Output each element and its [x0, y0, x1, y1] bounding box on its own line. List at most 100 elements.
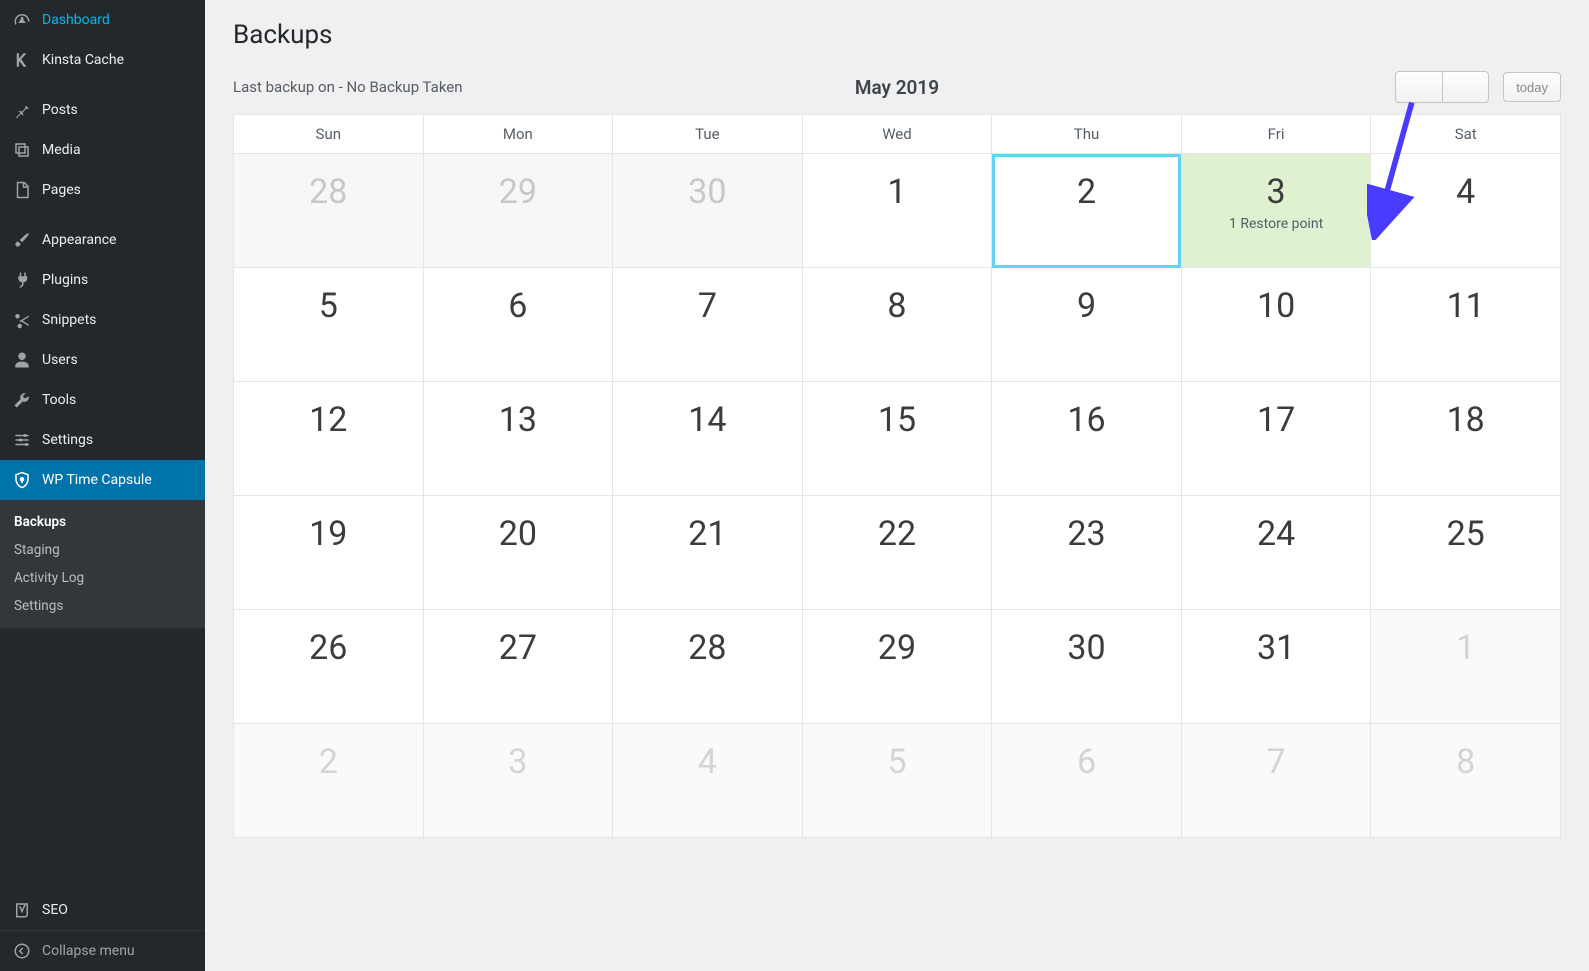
calendar-day-cell[interactable]: 22 [802, 496, 992, 610]
calendar-day-cell[interactable]: 19 [234, 496, 424, 610]
calendar-day-number: 3 [1182, 154, 1371, 212]
sidebar-item-label: Posts [42, 102, 78, 118]
sidebar-subitem-activity[interactable]: Activity Log [0, 564, 205, 592]
calendar-day-cell[interactable]: 5 [234, 268, 424, 382]
sidebar-item-seo[interactable]: SEO [0, 890, 205, 930]
sidebar-item-wptc[interactable]: WP Time Capsule [0, 460, 205, 500]
calendar-day-cell[interactable]: 1 [802, 154, 992, 268]
calendar-day-cell[interactable]: 4 [613, 724, 803, 838]
sidebar-item-pages[interactable]: Pages [0, 170, 205, 210]
calendar-day-cell[interactable]: 1 [1371, 610, 1561, 724]
calendar-day-header: Sun [234, 115, 424, 154]
sidebar-item-label: SEO [42, 902, 68, 918]
today-button[interactable]: today [1503, 72, 1561, 102]
sidebar-item-users[interactable]: Users [0, 340, 205, 380]
main-content: Backups Last backup on - No Backup Taken… [205, 0, 1589, 971]
sidebar-item-plugins[interactable]: Plugins [0, 260, 205, 300]
calendar-day-number: 9 [992, 268, 1181, 326]
sidebar-subitem-backups[interactable]: Backups [0, 508, 205, 536]
calendar-day-cell[interactable]: 9 [992, 268, 1182, 382]
calendar-day-cell[interactable]: 11 [1371, 268, 1561, 382]
calendar-day-cell[interactable]: 18 [1371, 382, 1561, 496]
calendar-day-cell[interactable]: 8 [1371, 724, 1561, 838]
calendar-day-cell[interactable]: 2 [234, 724, 424, 838]
calendar-day-header: Thu [992, 115, 1182, 154]
wrench-icon [12, 390, 32, 410]
calendar-day-cell[interactable]: 10 [1181, 268, 1371, 382]
calendar-day-number: 5 [234, 268, 423, 326]
calendar-day-number: 19 [234, 496, 423, 554]
sidebar-item-tools[interactable]: Tools [0, 380, 205, 420]
calendar-day-cell[interactable]: 15 [802, 382, 992, 496]
calendar-day-cell[interactable]: 29 [802, 610, 992, 724]
calendar-day-cell[interactable]: 16 [992, 382, 1182, 496]
calendar-day-cell[interactable]: 2 [992, 154, 1182, 268]
calendar-day-cell[interactable]: 12 [234, 382, 424, 496]
sidebar-subitem-wptc-settings[interactable]: Settings [0, 592, 205, 620]
calendar-day-number: 28 [613, 610, 802, 668]
calendar-day-cell[interactable]: 29 [423, 154, 613, 268]
calendar-day-number: 10 [1182, 268, 1371, 326]
sidebar-item-collapse[interactable]: Collapse menu [0, 931, 205, 971]
shield-icon [12, 470, 32, 490]
calendar-day-cell[interactable]: 27 [423, 610, 613, 724]
last-backup-label: Last backup on - [233, 78, 346, 96]
calendar-day-cell[interactable]: 8 [802, 268, 992, 382]
sidebar-item-dashboard[interactable]: Dashboard [0, 0, 205, 40]
calendar-day-number: 28 [234, 154, 423, 212]
calendar-day-cell[interactable]: 4 [1371, 154, 1561, 268]
calendar-day-header: Mon [423, 115, 613, 154]
calendar-day-cell[interactable]: 13 [423, 382, 613, 496]
next-month-button[interactable] [1442, 72, 1488, 102]
calendar-day-cell[interactable]: 30 [613, 154, 803, 268]
calendar-nav-group [1395, 71, 1489, 103]
sidebar-item-kinsta[interactable]: Kinsta Cache [0, 40, 205, 80]
calendar-day-number: 26 [234, 610, 423, 668]
calendar-day-cell[interactable]: 7 [1181, 724, 1371, 838]
calendar-day-cell[interactable]: 23 [992, 496, 1182, 610]
backup-calendar: SunMonTueWedThuFriSat 2829301231 Restore… [233, 114, 1561, 838]
calendar-day-number: 15 [803, 382, 992, 440]
calendar-day-cell[interactable]: 17 [1181, 382, 1371, 496]
calendar-day-number: 20 [424, 496, 613, 554]
calendar-day-number: 1 [1371, 610, 1560, 668]
sidebar-item-label: Media [42, 142, 81, 158]
user-icon [12, 350, 32, 370]
calendar-day-cell[interactable]: 3 [423, 724, 613, 838]
sidebar-item-appearance[interactable]: Appearance [0, 220, 205, 260]
sidebar-item-posts[interactable]: Posts [0, 90, 205, 130]
collapse-icon [12, 941, 32, 961]
calendar-day-cell[interactable]: 5 [802, 724, 992, 838]
calendar-day-cell[interactable]: 14 [613, 382, 803, 496]
calendar-day-cell[interactable]: 30 [992, 610, 1182, 724]
scissors-icon [12, 310, 32, 330]
calendar-day-cell[interactable]: 21 [613, 496, 803, 610]
pin-icon [12, 100, 32, 120]
calendar-day-cell[interactable]: 20 [423, 496, 613, 610]
prev-month-button[interactable] [1396, 72, 1442, 102]
sidebar-item-snippets[interactable]: Snippets [0, 300, 205, 340]
calendar-day-number: 6 [992, 724, 1181, 782]
sidebar-item-label: Plugins [42, 272, 88, 288]
calendar-day-cell[interactable]: 28 [234, 154, 424, 268]
calendar-day-cell[interactable]: 31 Restore point [1181, 154, 1371, 268]
calendar-day-cell[interactable]: 7 [613, 268, 803, 382]
calendar-day-cell[interactable]: 31 [1181, 610, 1371, 724]
calendar-day-number: 14 [613, 382, 802, 440]
calendar-day-cell[interactable]: 28 [613, 610, 803, 724]
sidebar-item-settings[interactable]: Settings [0, 420, 205, 460]
calendar-day-number: 21 [613, 496, 802, 554]
calendar-day-cell[interactable]: 25 [1371, 496, 1561, 610]
sidebar-subitem-staging[interactable]: Staging [0, 536, 205, 564]
calendar-day-number: 29 [803, 610, 992, 668]
brush-icon [12, 230, 32, 250]
sliders-icon [12, 430, 32, 450]
calendar-day-number: 31 [1182, 610, 1371, 668]
calendar-day-cell[interactable]: 26 [234, 610, 424, 724]
sidebar-item-media[interactable]: Media [0, 130, 205, 170]
calendar-day-number: 2 [234, 724, 423, 782]
calendar-day-cell[interactable]: 6 [992, 724, 1182, 838]
calendar-day-cell[interactable]: 6 [423, 268, 613, 382]
calendar-day-number: 22 [803, 496, 992, 554]
calendar-day-cell[interactable]: 24 [1181, 496, 1371, 610]
